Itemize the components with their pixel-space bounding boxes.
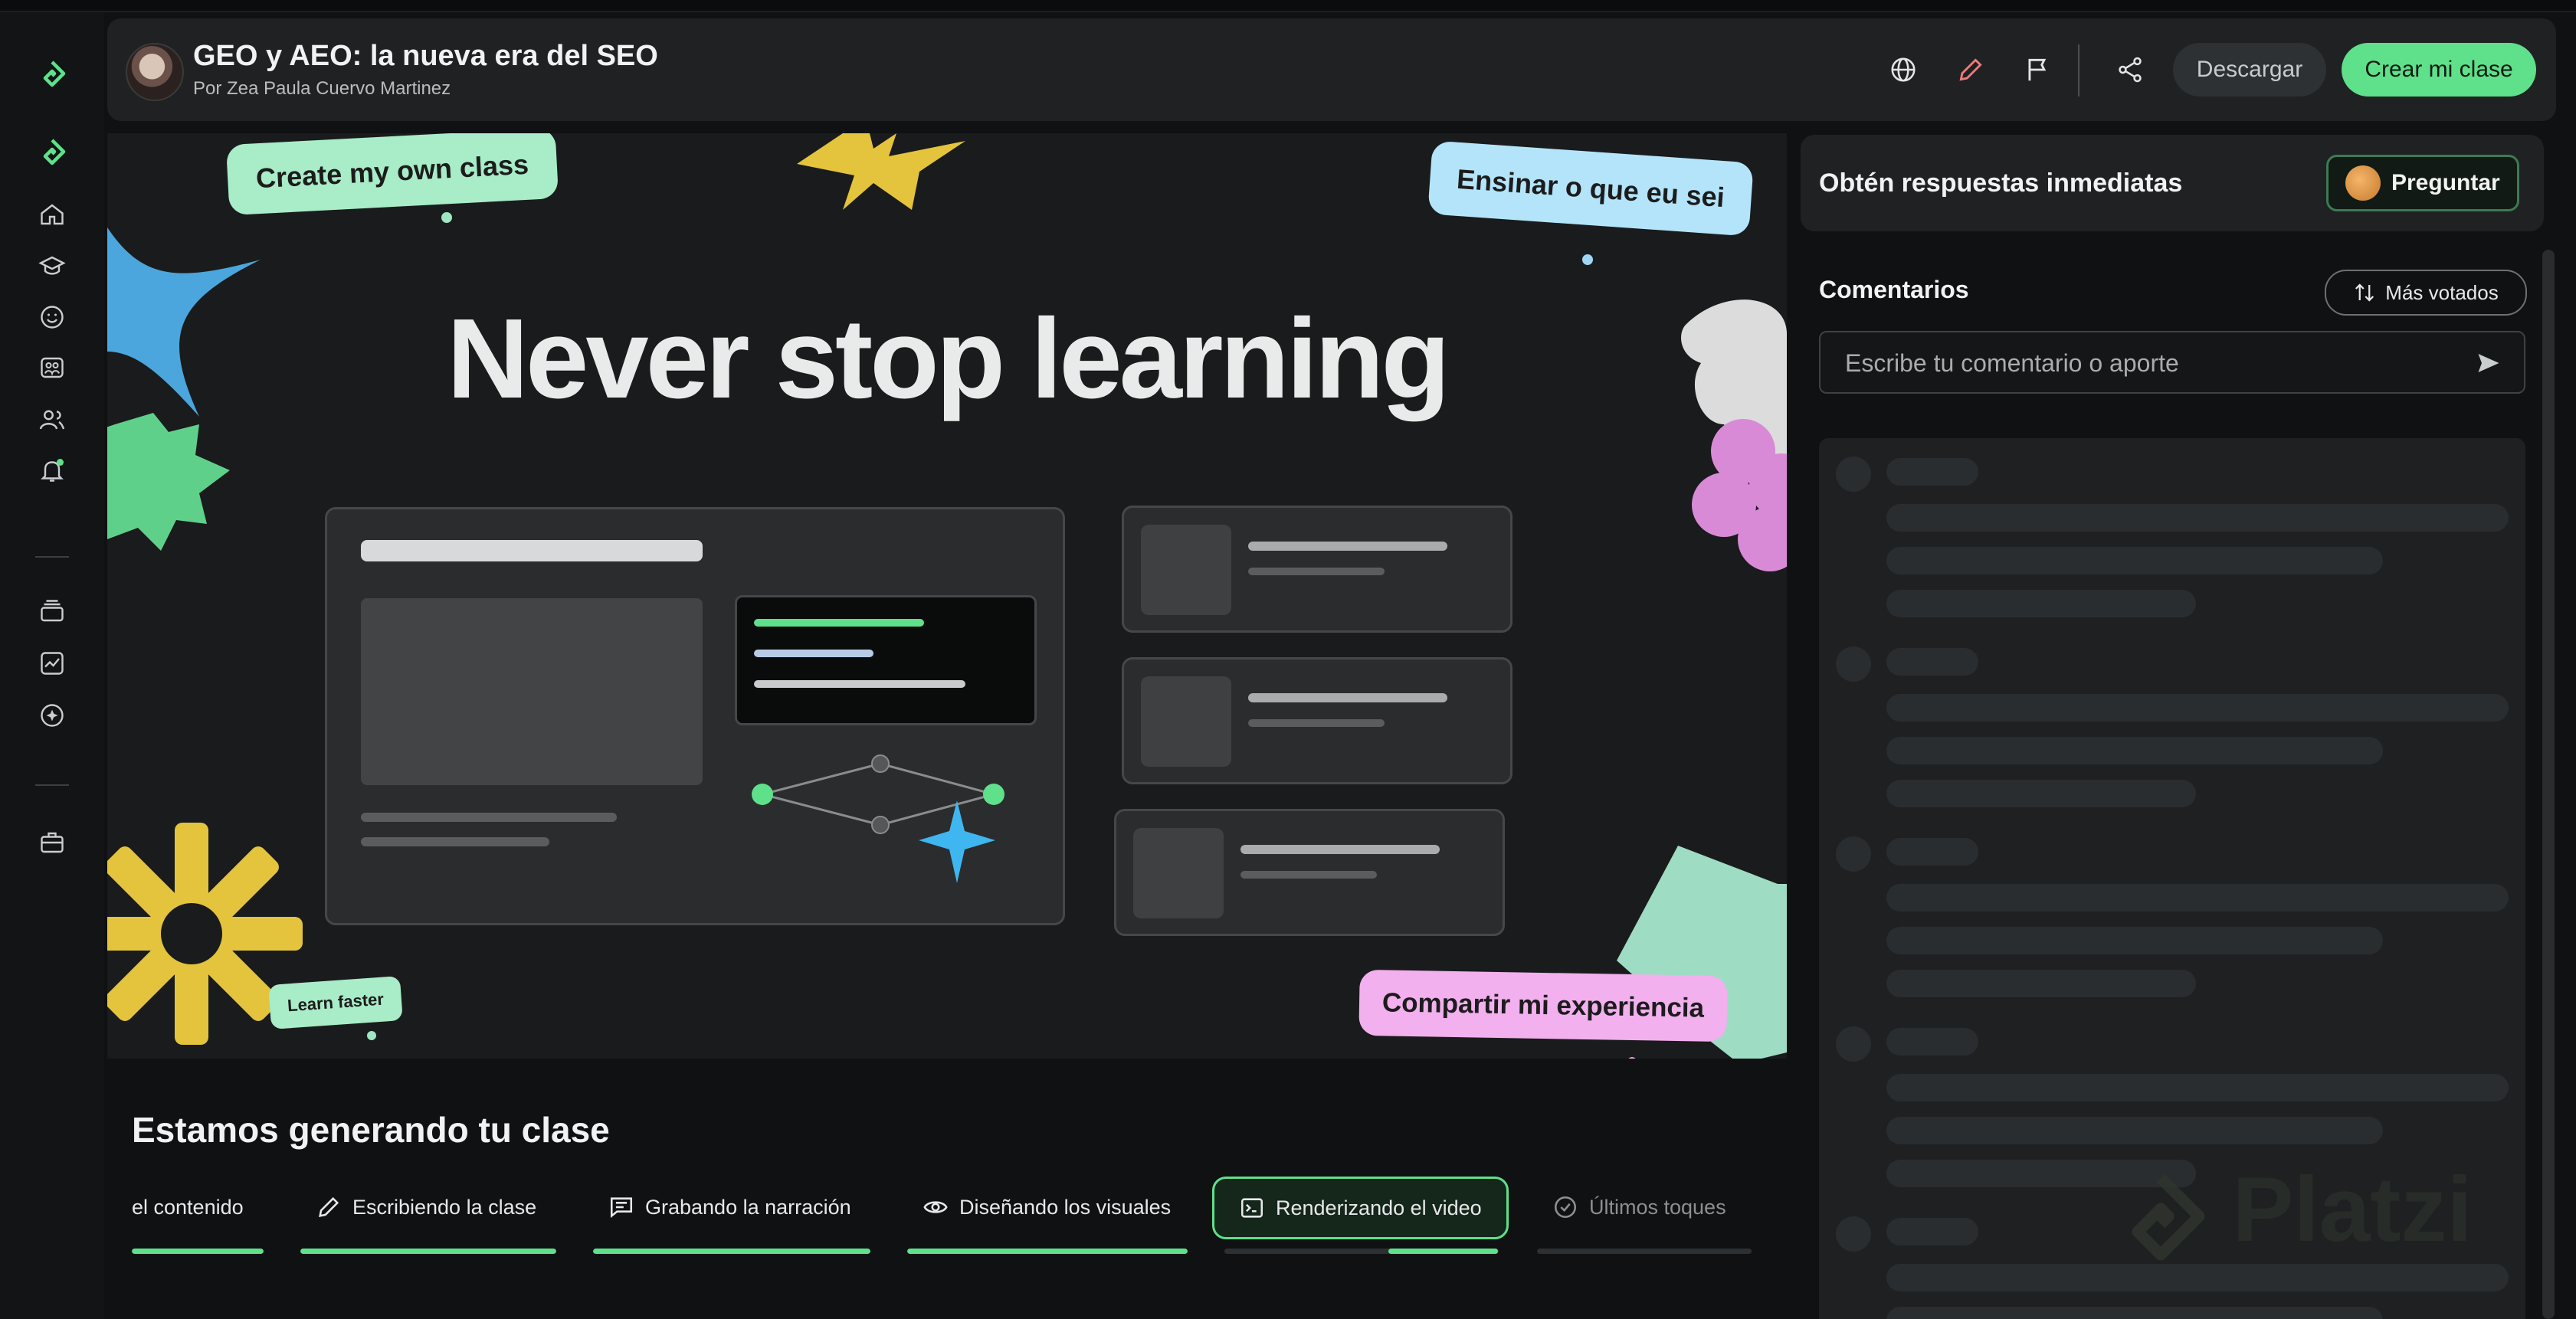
step-progress-bar <box>132 1249 264 1254</box>
mock-list-card <box>1114 809 1505 936</box>
pencil-icon <box>319 1196 339 1217</box>
author-avatar[interactable] <box>126 43 184 101</box>
share-icon[interactable] <box>2112 51 2148 88</box>
stack-icon[interactable] <box>34 593 70 630</box>
step-label: Renderizando el video <box>1276 1196 1482 1219</box>
step-writing: Escribiendo la clase <box>316 1177 536 1238</box>
ask-button[interactable]: Preguntar <box>2326 155 2519 211</box>
window-top-strip <box>0 0 2576 12</box>
header-divider <box>2078 44 2079 97</box>
step-recording: Grabando la narración <box>608 1177 851 1238</box>
step-label: el contenido <box>132 1195 244 1219</box>
step-progress-bar <box>300 1249 556 1254</box>
step-rendering: Renderizando el video <box>1212 1177 1509 1239</box>
video-headline: Never stop learning <box>447 296 1450 422</box>
bell-icon[interactable] <box>34 452 70 489</box>
contacts-icon[interactable] <box>34 349 70 386</box>
home-icon[interactable] <box>34 196 70 233</box>
generation-title: Estamos generando tu clase <box>132 1110 610 1150</box>
message-icon <box>610 1197 633 1218</box>
step-progress-bar <box>1537 1249 1752 1254</box>
class-title: GEO y AEO: la nueva era del SEO <box>193 40 658 72</box>
bubble-learn-faster: Learn faster <box>268 976 403 1029</box>
users-icon[interactable] <box>34 401 70 438</box>
step-progress-bar <box>593 1249 870 1254</box>
step-final-touches: Últimos toques <box>1552 1177 1726 1238</box>
watermark-text: Platzi <box>2232 1158 2473 1261</box>
step-progress-bar <box>907 1249 1188 1254</box>
right-panel-scrollbar[interactable] <box>2542 250 2555 1319</box>
step-progress-bar <box>1224 1249 1499 1254</box>
bubble-compartir: Compartir mi experiencia <box>1358 969 1728 1042</box>
sidebar-divider <box>35 556 69 558</box>
step-progress-fill <box>907 1249 1188 1254</box>
step-progress-fill <box>300 1249 556 1254</box>
pencil-edit-icon[interactable] <box>1952 51 1989 88</box>
platzi-home-logo-icon[interactable] <box>34 133 70 170</box>
step-label: Diseñando los visuales <box>959 1195 1172 1219</box>
step-label: Últimos toques <box>1589 1195 1726 1219</box>
step-designing: Diseñando los visuales <box>923 1177 1171 1238</box>
mock-list-card <box>1122 657 1512 784</box>
sort-arrows-icon <box>2355 283 2374 302</box>
globe-icon[interactable] <box>1885 51 1922 88</box>
class-video-preview[interactable]: Create my own class Ensinar o que eu sei… <box>107 133 1787 1059</box>
ask-panel: Obtén respuestas inmediatas Preguntar <box>1801 135 2544 231</box>
sort-button[interactable]: Más votados <box>2325 270 2527 316</box>
send-icon[interactable] <box>2475 349 2502 377</box>
sidebar <box>0 12 104 1319</box>
step-content: el contenido <box>132 1177 244 1238</box>
platzi-watermark: Platzi <box>2115 1157 2473 1262</box>
step-progress-fill <box>1388 1249 1499 1254</box>
download-button[interactable]: Descargar <box>2173 43 2326 97</box>
step-progress-fill <box>132 1249 264 1254</box>
platzi-logo-icon[interactable] <box>34 55 70 92</box>
check-circle-icon <box>1554 1196 1577 1219</box>
step-label: Grabando la narración <box>645 1195 851 1219</box>
eye-icon <box>923 1201 948 1213</box>
step-progress-fill <box>593 1249 870 1254</box>
step-label: Escribiendo la clase <box>352 1195 537 1219</box>
flag-icon[interactable] <box>2020 51 2057 88</box>
comment-input-box <box>1819 331 2525 394</box>
comments-title: Comentarios <box>1819 276 1969 303</box>
graduation-cap-icon[interactable] <box>34 248 70 285</box>
create-class-button[interactable]: Crear mi clase <box>2342 43 2536 97</box>
mascot-avatar-icon <box>2345 165 2381 201</box>
terminal-icon <box>1240 1198 1263 1218</box>
platzi-watermark-logo-icon <box>2132 1173 2205 1261</box>
smiley-icon[interactable] <box>34 299 70 335</box>
badge-icon[interactable] <box>34 697 70 734</box>
chart-icon[interactable] <box>34 645 70 682</box>
class-author[interactable]: Por Zea Paula Cuervo Martinez <box>193 78 451 100</box>
sort-label: Más votados <box>2385 280 2499 304</box>
ask-title: Obtén respuestas inmediatas <box>1819 169 2183 198</box>
briefcase-icon[interactable] <box>34 824 70 861</box>
class-header: GEO y AEO: la nueva era del SEO Por Zea … <box>107 18 2556 121</box>
mock-list-card <box>1122 506 1512 633</box>
mock-dashboard-card <box>325 507 1065 925</box>
comment-input[interactable] <box>1821 332 2490 394</box>
ask-button-label: Preguntar <box>2391 170 2500 195</box>
sidebar-divider-2 <box>35 784 69 786</box>
